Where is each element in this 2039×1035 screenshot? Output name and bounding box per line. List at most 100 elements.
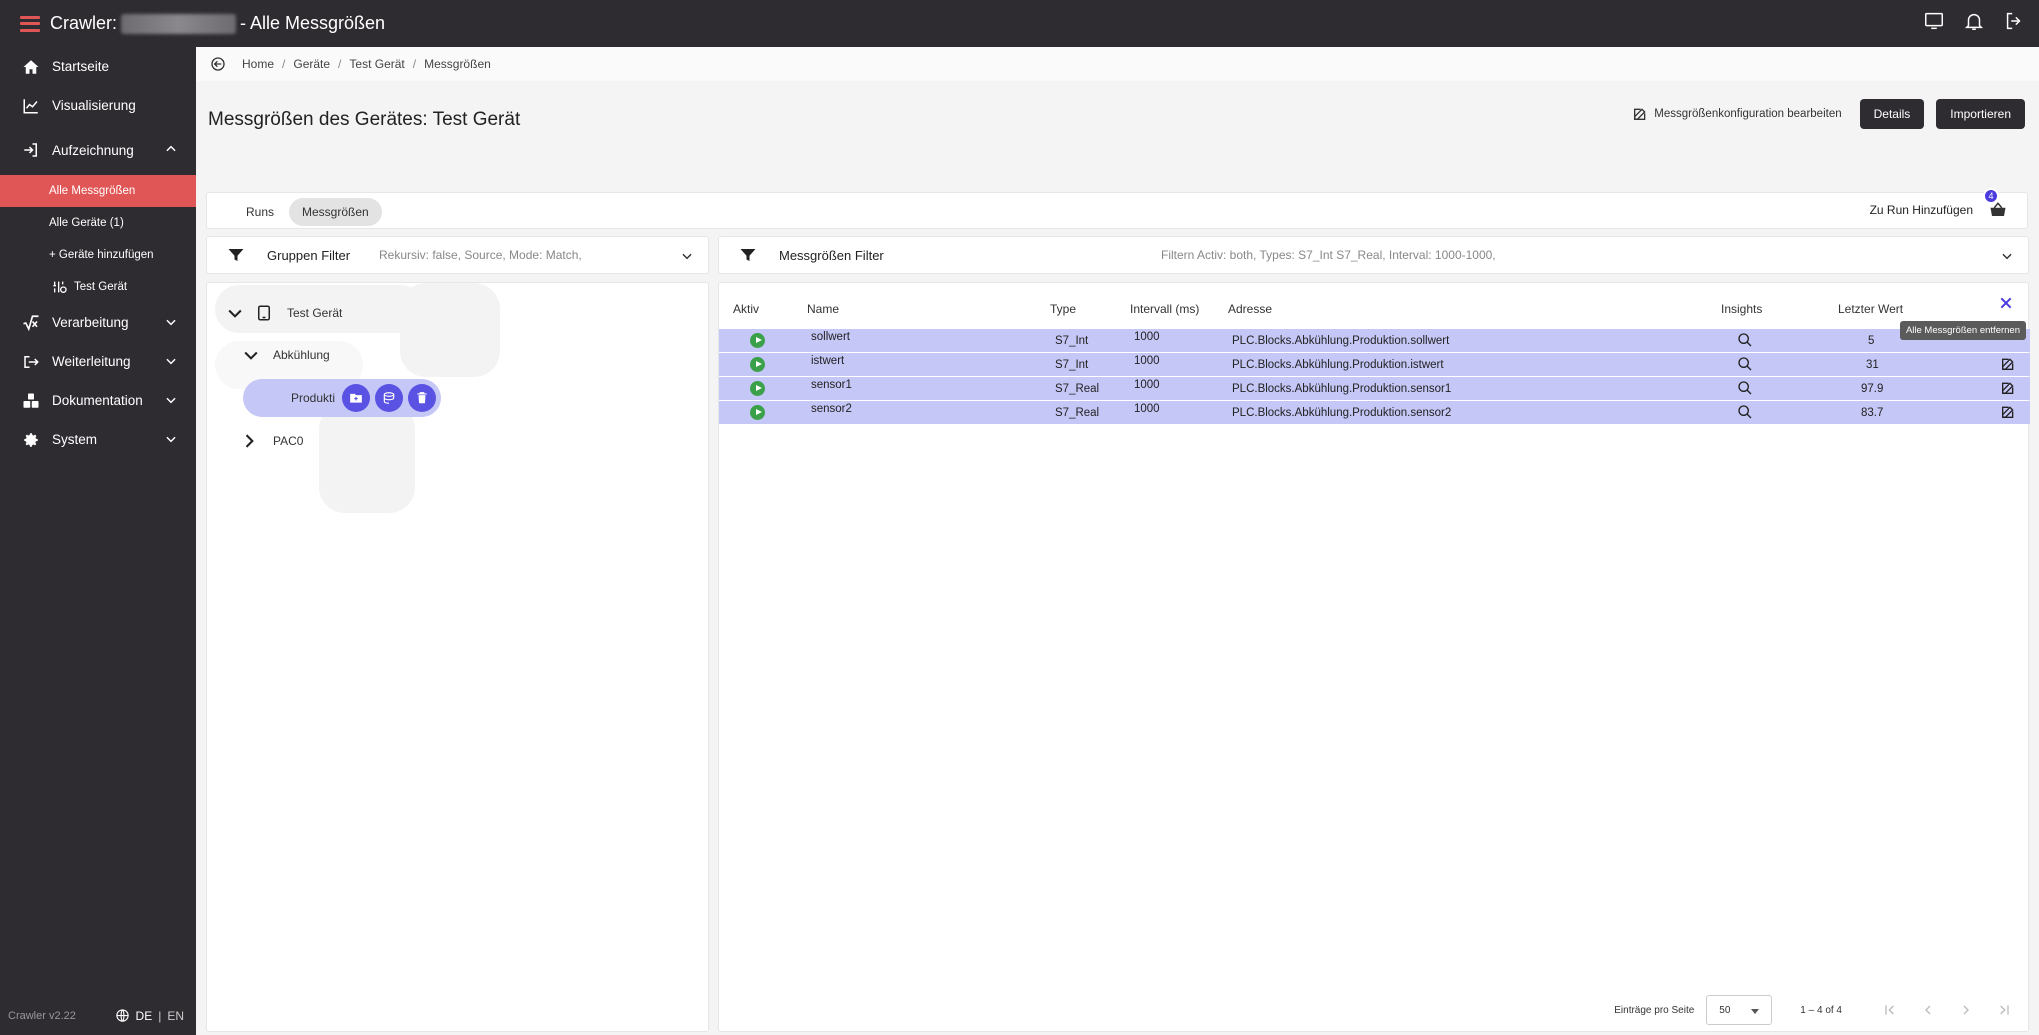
table-row[interactable]: istwert S7_Int 1000 PLC.Blocks.Abkühlung… xyxy=(719,353,2030,376)
breadcrumb-geraete[interactable]: Geräte xyxy=(293,57,330,71)
sidebar-item-dokumentation[interactable]: Dokumentation xyxy=(0,381,196,420)
active-play-icon[interactable] xyxy=(750,405,765,420)
redacted-name xyxy=(121,13,237,34)
sidebar-item-startseite[interactable]: Startseite xyxy=(0,47,196,86)
sidebar-sub-geraete-hinzufuegen[interactable]: + Geräte hinzufügen xyxy=(0,239,196,271)
tree-node-produktion[interactable]: Produkti xyxy=(243,379,441,417)
active-play-icon[interactable] xyxy=(750,333,765,348)
chevron-up-icon[interactable] xyxy=(164,142,178,156)
app-title: Crawler: - Alle Messgrößen xyxy=(50,13,386,34)
edit-icon[interactable] xyxy=(2000,356,2016,372)
breadcrumb-home[interactable]: Home xyxy=(242,57,274,71)
tab-runs[interactable]: Runs xyxy=(233,198,287,226)
col-last-value[interactable]: Letzter Wert xyxy=(1838,302,1903,316)
filter-icon xyxy=(228,249,244,261)
cubes-icon xyxy=(23,393,39,408)
trash-icon xyxy=(417,392,427,404)
breadcrumb-messgroessen: Messgrößen xyxy=(424,57,491,71)
chevron-down-icon[interactable] xyxy=(164,315,178,329)
menu-icon[interactable] xyxy=(20,15,40,32)
search-icon[interactable] xyxy=(1737,356,1753,372)
col-aktiv[interactable]: Aktiv xyxy=(733,302,759,316)
app-version: Crawler v2.22 xyxy=(8,1009,76,1022)
tab-messgroessen[interactable]: Messgrößen xyxy=(289,198,382,226)
sidebar-item-system[interactable]: System xyxy=(0,420,196,459)
chevron-right-icon[interactable] xyxy=(239,431,259,451)
forward-icon xyxy=(24,355,39,368)
last-page-icon[interactable] xyxy=(1996,1002,2012,1018)
chevron-down-icon[interactable] xyxy=(225,303,245,323)
table-row[interactable]: sensor1 S7_Real 1000 PLC.Blocks.Abkühlun… xyxy=(719,377,2030,400)
col-insights: Insights xyxy=(1721,302,1763,316)
paginator: Einträge pro Seite 50 1 – 4 of 4 xyxy=(1614,989,2012,1031)
page-size-select[interactable]: 50 xyxy=(1706,995,1773,1025)
first-page-icon[interactable] xyxy=(1882,1002,1898,1018)
lang-de[interactable]: DE xyxy=(136,1009,153,1023)
gear-icon xyxy=(24,432,38,447)
search-icon[interactable] xyxy=(1737,332,1753,348)
add-folder-button[interactable] xyxy=(342,384,370,412)
top-bar: Crawler: - Alle Messgrößen xyxy=(0,0,2039,47)
chart-line-icon xyxy=(23,98,38,113)
delete-group-button[interactable] xyxy=(408,384,436,412)
device-settings-icon xyxy=(53,281,67,293)
sidebar-item-verarbeitung[interactable]: Verarbeitung xyxy=(0,303,196,342)
edit-icon[interactable] xyxy=(2000,404,2016,420)
chevron-down-icon[interactable] xyxy=(164,354,178,368)
table-row[interactable]: sensor2 S7_Real 1000 PLC.Blocks.Abkühlun… xyxy=(719,401,2030,424)
group-tree: Test Gerät Abkühlung Produkti PAC0 xyxy=(206,282,709,1032)
sidebar-sub-alle-geraete[interactable]: Alle Geräte (1) xyxy=(0,207,196,239)
tree-node-pac0[interactable]: PAC0 xyxy=(239,431,303,451)
chevron-down-icon[interactable] xyxy=(164,432,178,446)
tree-node-abkuehlung[interactable]: Abkühlung xyxy=(241,345,330,365)
sidebar-item-weiterleitung[interactable]: Weiterleitung xyxy=(0,342,196,381)
details-button[interactable]: Details xyxy=(1859,99,1925,129)
active-play-icon[interactable] xyxy=(750,381,765,396)
chevron-down-icon[interactable] xyxy=(2000,249,2014,263)
database-plus-icon xyxy=(383,392,395,404)
table-row[interactable]: sollwert S7_Int 1000 PLC.Blocks.Abkühlun… xyxy=(719,329,2030,352)
edit-icon[interactable] xyxy=(2000,380,2016,396)
sidebar-item-visualisierung[interactable]: Visualisierung xyxy=(0,86,196,125)
prev-page-icon[interactable] xyxy=(1920,1002,1936,1018)
add-measure-button[interactable] xyxy=(375,384,403,412)
clear-all-icon[interactable] xyxy=(1998,295,2014,311)
col-name[interactable]: Name xyxy=(807,302,839,316)
group-filter[interactable]: Gruppen Filter Rekursiv: false, Source, … xyxy=(206,236,709,274)
sidebar-sub-alle-messgroessen[interactable]: Alle Messgrößen xyxy=(0,175,196,207)
sidebar-sub-test-geraet[interactable]: Test Gerät xyxy=(0,271,196,303)
language-switch[interactable]: DE | EN xyxy=(115,1008,184,1023)
sidebar: Startseite Visualisierung Aufzeichnung A… xyxy=(0,47,196,1035)
col-interval[interactable]: Intervall (ms) xyxy=(1130,302,1199,316)
bell-icon[interactable] xyxy=(1963,10,1985,32)
lang-en[interactable]: EN xyxy=(167,1009,184,1023)
tabs-bar: Runs Messgrößen Zu Run Hinzufügen 4 xyxy=(206,188,2028,229)
edit-config-button[interactable]: Messgrößenkonfiguration bearbeiten xyxy=(1632,106,1842,122)
tablet-icon xyxy=(258,305,270,321)
login-arrow-icon xyxy=(24,143,37,157)
chevron-down-icon[interactable] xyxy=(241,345,261,365)
tree-node-test-geraet[interactable]: Test Gerät xyxy=(225,303,342,323)
measure-filter[interactable]: Messgrößen Filter Filtern Activ: both, T… xyxy=(718,236,2029,274)
next-page-icon[interactable] xyxy=(1958,1002,1974,1018)
breadcrumb: Home / Geräte / Test Gerät / Messgrößen xyxy=(196,47,2039,81)
monitor-icon[interactable] xyxy=(1923,10,1945,32)
chevron-down-icon[interactable] xyxy=(164,393,178,407)
main-content: Home / Geräte / Test Gerät / Messgrößen Mes… xyxy=(196,47,2039,1035)
tooltip-clear-all: Alle Messgrößen entfernen xyxy=(1899,321,2026,340)
logout-icon[interactable] xyxy=(2003,10,2025,32)
basket-count-badge: 4 xyxy=(1983,188,1999,204)
chevron-down-icon[interactable] xyxy=(680,249,694,263)
folder-plus-icon xyxy=(350,393,362,403)
col-type[interactable]: Type xyxy=(1050,302,1076,316)
measure-table: Aktiv Name Type Intervall (ms) Adresse I… xyxy=(718,282,2030,1032)
active-play-icon[interactable] xyxy=(750,357,765,372)
search-icon[interactable] xyxy=(1737,380,1753,396)
col-address[interactable]: Adresse xyxy=(1228,302,1272,316)
back-icon[interactable] xyxy=(210,56,226,72)
breadcrumb-test-geraet[interactable]: Test Gerät xyxy=(349,57,404,71)
search-icon[interactable] xyxy=(1737,404,1753,420)
add-to-run-button[interactable]: Zu Run Hinzufügen 4 xyxy=(1870,188,2007,219)
import-button[interactable]: Importieren xyxy=(1936,99,2025,129)
sidebar-item-aufzeichnung[interactable]: Aufzeichnung xyxy=(0,125,196,175)
